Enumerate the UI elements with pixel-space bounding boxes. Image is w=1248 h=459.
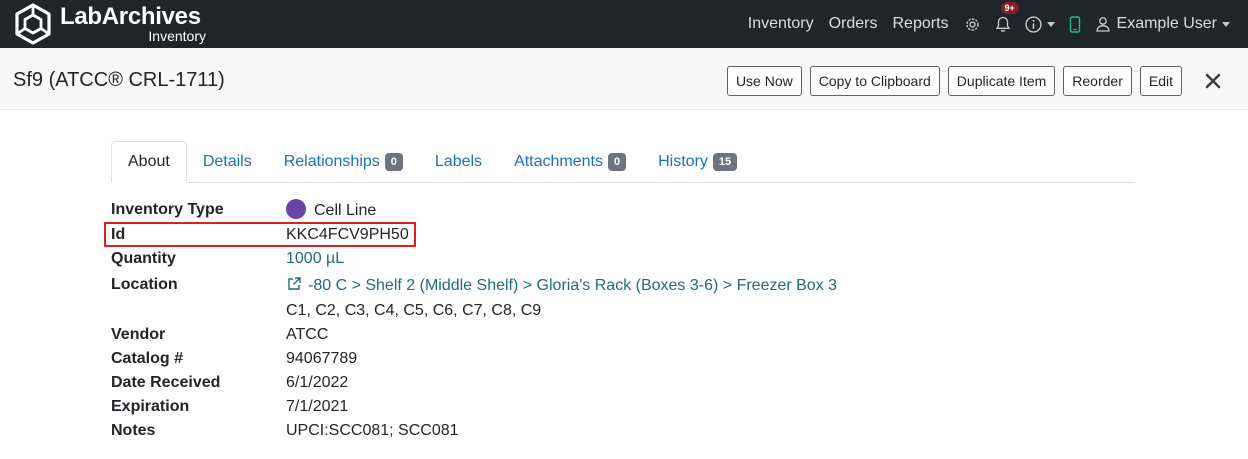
tab-labels[interactable]: Labels: [419, 141, 498, 183]
notes-label: Notes: [111, 422, 156, 439]
notifications-bell-icon[interactable]: 9+: [995, 1, 1019, 33]
user-menu[interactable]: Example User: [1095, 15, 1230, 33]
tab-history-label: History: [658, 153, 708, 170]
reorder-button[interactable]: Reorder: [1063, 66, 1132, 96]
edit-button[interactable]: Edit: [1139, 66, 1182, 96]
page-title: Sf9 (ATCC® CRL-1711): [13, 69, 225, 91]
use-now-button[interactable]: Use Now: [726, 66, 802, 96]
chevron-down-icon: [1046, 21, 1055, 27]
id-label: Id: [111, 226, 126, 243]
inventory-type-text: Cell Line: [314, 202, 377, 219]
inventory-type-label: Inventory Type: [111, 201, 224, 218]
location-path: -80 C > Shelf 2 (Middle Shelf) > Gloria'…: [308, 277, 838, 294]
vendor-value: ATCC: [286, 326, 329, 343]
settings-gear-icon[interactable]: [964, 16, 981, 33]
relationships-count-badge: 0: [384, 153, 403, 171]
notifications-badge: 9+: [1000, 1, 1019, 14]
tab-attachments[interactable]: Attachments 0: [498, 141, 642, 183]
vendor-label: Vendor: [111, 326, 166, 343]
external-link-icon: [288, 277, 301, 290]
mobile-device-icon[interactable]: [1069, 15, 1081, 33]
brand-name: LabArchives: [60, 3, 201, 30]
tab-about[interactable]: About: [111, 141, 187, 183]
catalog-value: 94067789: [286, 350, 358, 367]
duplicate-item-button[interactable]: Duplicate Item: [947, 66, 1056, 96]
nav-orders[interactable]: Orders: [829, 15, 878, 33]
labarchives-logo-icon: [15, 3, 51, 45]
info-dropdown[interactable]: [1024, 15, 1055, 33]
user-icon: [1095, 17, 1110, 32]
tab-attachments-label: Attachments: [514, 153, 603, 170]
expiration-label: Expiration: [111, 398, 190, 415]
attachments-count-badge: 0: [608, 153, 627, 171]
date-received-label: Date Received: [111, 374, 221, 391]
user-name: Example User: [1116, 15, 1217, 32]
tab-labels-label: Labels: [434, 153, 483, 170]
close-icon[interactable]: [1204, 72, 1222, 90]
tab-details[interactable]: Details: [187, 141, 268, 183]
date-received-value: 6/1/2022: [286, 374, 349, 391]
location-link[interactable]: -80 C > Shelf 2 (Middle Shelf) > Gloria'…: [286, 276, 837, 295]
brand-subtitle: Inventory: [148, 28, 206, 44]
top-navbar: LabArchives Inventory Inventory Orders R…: [0, 0, 1248, 48]
nav-inventory[interactable]: Inventory: [748, 15, 814, 33]
tab-details-label: Details: [202, 153, 252, 170]
item-tabs: About Details Relationships 0 Labels Atta…: [111, 141, 1135, 183]
brand[interactable]: LabArchives Inventory: [14, 3, 210, 45]
info-icon: [1024, 15, 1042, 33]
catalog-label: Catalog #: [111, 350, 184, 367]
tab-relationships-label: Relationships: [283, 153, 380, 170]
id-value: KKC4FCV9PH50: [286, 226, 409, 243]
notes-value: UPCI:SCC081; SCC081: [286, 422, 459, 439]
expiration-value: 7/1/2021: [286, 398, 349, 415]
tab-history[interactable]: History 15: [642, 141, 753, 183]
cell-line-color-dot: [286, 199, 306, 219]
history-count-badge: 15: [712, 153, 738, 171]
location-positions: C1, C2, C3, C4, C5, C6, C7, C8, C9: [286, 302, 542, 319]
tab-about-label: About: [128, 153, 170, 170]
item-header: Sf9 (ATCC® CRL-1711) Use Now Copy to Cli…: [0, 48, 1248, 110]
chevron-down-icon: [1222, 21, 1230, 27]
quantity-value[interactable]: 1000 µL: [286, 250, 344, 268]
copy-to-clipboard-button[interactable]: Copy to Clipboard: [809, 66, 940, 96]
location-label: Location: [111, 276, 178, 293]
quantity-label: Quantity: [111, 250, 176, 267]
nav-reports[interactable]: Reports: [892, 15, 948, 33]
tab-relationships[interactable]: Relationships 0: [268, 141, 419, 183]
inventory-type-value: Cell Line: [286, 199, 376, 220]
